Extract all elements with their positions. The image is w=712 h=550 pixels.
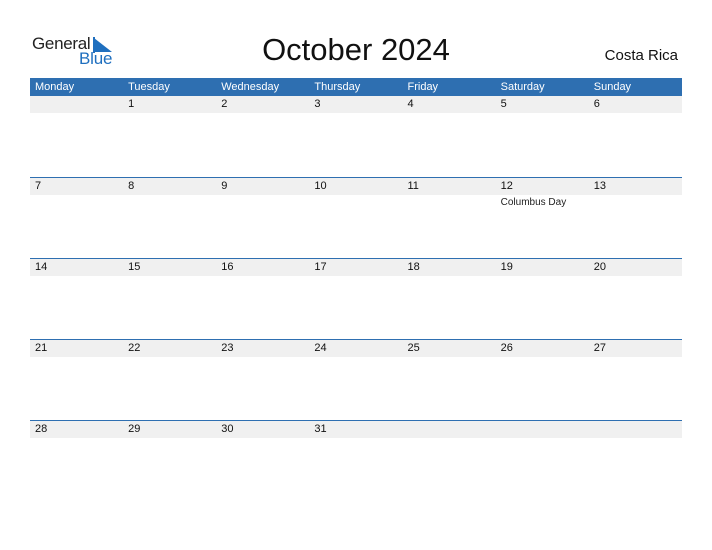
date-band: 7 8 9 10 11 12 Columbus Day 13 [30, 178, 682, 208]
day-number: 23 [221, 342, 234, 354]
day-number: 5 [500, 98, 507, 110]
day-number: 28 [35, 423, 48, 435]
calendar-grid: Monday Tuesday Wednesday Thursday Friday… [30, 78, 682, 501]
day-number: 1 [128, 98, 135, 110]
day-number: 29 [128, 423, 141, 435]
day-cell: 9 [216, 178, 309, 195]
day-number: 16 [221, 261, 234, 273]
day-number: 12 [500, 180, 513, 192]
day-number: 7 [35, 180, 42, 192]
day-number: 25 [407, 342, 420, 354]
day-cell: 12 Columbus Day [496, 178, 589, 208]
day-number: 22 [128, 342, 141, 354]
date-band: 14 15 16 17 18 19 20 [30, 259, 682, 276]
day-number: 27 [593, 342, 606, 354]
day-number: 19 [500, 261, 513, 273]
day-number: 14 [35, 261, 48, 273]
day-number: 24 [314, 342, 327, 354]
week-row: 28 29 30 31 [30, 420, 682, 501]
day-cell [589, 421, 682, 438]
day-number: 3 [314, 98, 321, 110]
week-row: 7 8 9 10 11 12 Columbus Day 13 [30, 177, 682, 258]
day-cell: 19 [496, 259, 589, 276]
weekday-wednesday: Wednesday [221, 81, 280, 93]
date-band: 28 29 30 31 [30, 421, 682, 438]
day-cell: 25 [403, 340, 496, 357]
day-cell: 31 [309, 421, 402, 438]
day-number: 11 [407, 180, 419, 192]
day-cell: 11 [403, 178, 496, 195]
day-cell: 17 [309, 259, 402, 276]
day-cell: 21 [30, 340, 123, 357]
day-cell: 15 [123, 259, 216, 276]
weekday-friday: Friday [407, 81, 439, 93]
weekday-sunday: Sunday [593, 81, 632, 93]
day-number: 2 [221, 98, 228, 110]
day-cell: 7 [30, 178, 123, 195]
day-cell: 4 [403, 96, 496, 113]
weekday-saturday: Saturday [500, 81, 545, 93]
day-cell [496, 421, 589, 438]
day-cell: 22 [123, 340, 216, 357]
day-cell: 6 [589, 96, 682, 113]
day-cell: 3 [309, 96, 402, 113]
weekday-thursday: Thursday [314, 81, 361, 93]
day-cell: 2 [216, 96, 309, 113]
day-cell [403, 421, 496, 438]
day-cell: 30 [216, 421, 309, 438]
day-cell: 18 [403, 259, 496, 276]
day-cell: 14 [30, 259, 123, 276]
day-cell: 28 [30, 421, 123, 438]
week-row: 14 15 16 17 18 19 20 [30, 258, 682, 339]
weekday-header: Monday Tuesday Wednesday Thursday Friday… [30, 78, 682, 96]
day-cell: 24 [309, 340, 402, 357]
day-cell [30, 96, 123, 113]
country-label: Costa Rica [604, 47, 678, 64]
day-cell: 13 [589, 178, 682, 195]
day-cell: 8 [123, 178, 216, 195]
day-number: 17 [314, 261, 327, 273]
day-number: 6 [593, 98, 600, 110]
holiday-label: Columbus Day [500, 197, 567, 208]
day-cell: 27 [589, 340, 682, 357]
date-band: 21 22 23 24 25 26 27 [30, 340, 682, 357]
week-row: 21 22 23 24 25 26 27 [30, 339, 682, 420]
weeks-container: 1 2 3 4 5 6 7 8 9 10 11 12 Columbus Day 13 14 15 16 17 18 1… [30, 96, 682, 501]
weekday-monday: Monday [35, 81, 75, 93]
day-cell: 10 [309, 178, 402, 195]
day-cell: 29 [123, 421, 216, 438]
day-number: 30 [221, 423, 234, 435]
day-number: 31 [314, 423, 327, 435]
day-number: 21 [35, 342, 48, 354]
day-number: 20 [593, 261, 606, 273]
day-cell: 1 [123, 96, 216, 113]
day-number: 18 [407, 261, 420, 273]
day-cell: 26 [496, 340, 589, 357]
day-number: 26 [500, 342, 513, 354]
day-number: 9 [221, 180, 228, 192]
weekday-tuesday: Tuesday [128, 81, 170, 93]
day-cell: 20 [589, 259, 682, 276]
day-number: 4 [407, 98, 414, 110]
day-number: 8 [128, 180, 135, 192]
day-number: 15 [128, 261, 141, 273]
day-cell: 16 [216, 259, 309, 276]
week-row: 1 2 3 4 5 6 [30, 96, 682, 177]
day-cell: 5 [496, 96, 589, 113]
day-number: 13 [593, 180, 606, 192]
day-number: 10 [314, 180, 327, 192]
day-cell: 23 [216, 340, 309, 357]
date-band: 1 2 3 4 5 6 [30, 96, 682, 113]
